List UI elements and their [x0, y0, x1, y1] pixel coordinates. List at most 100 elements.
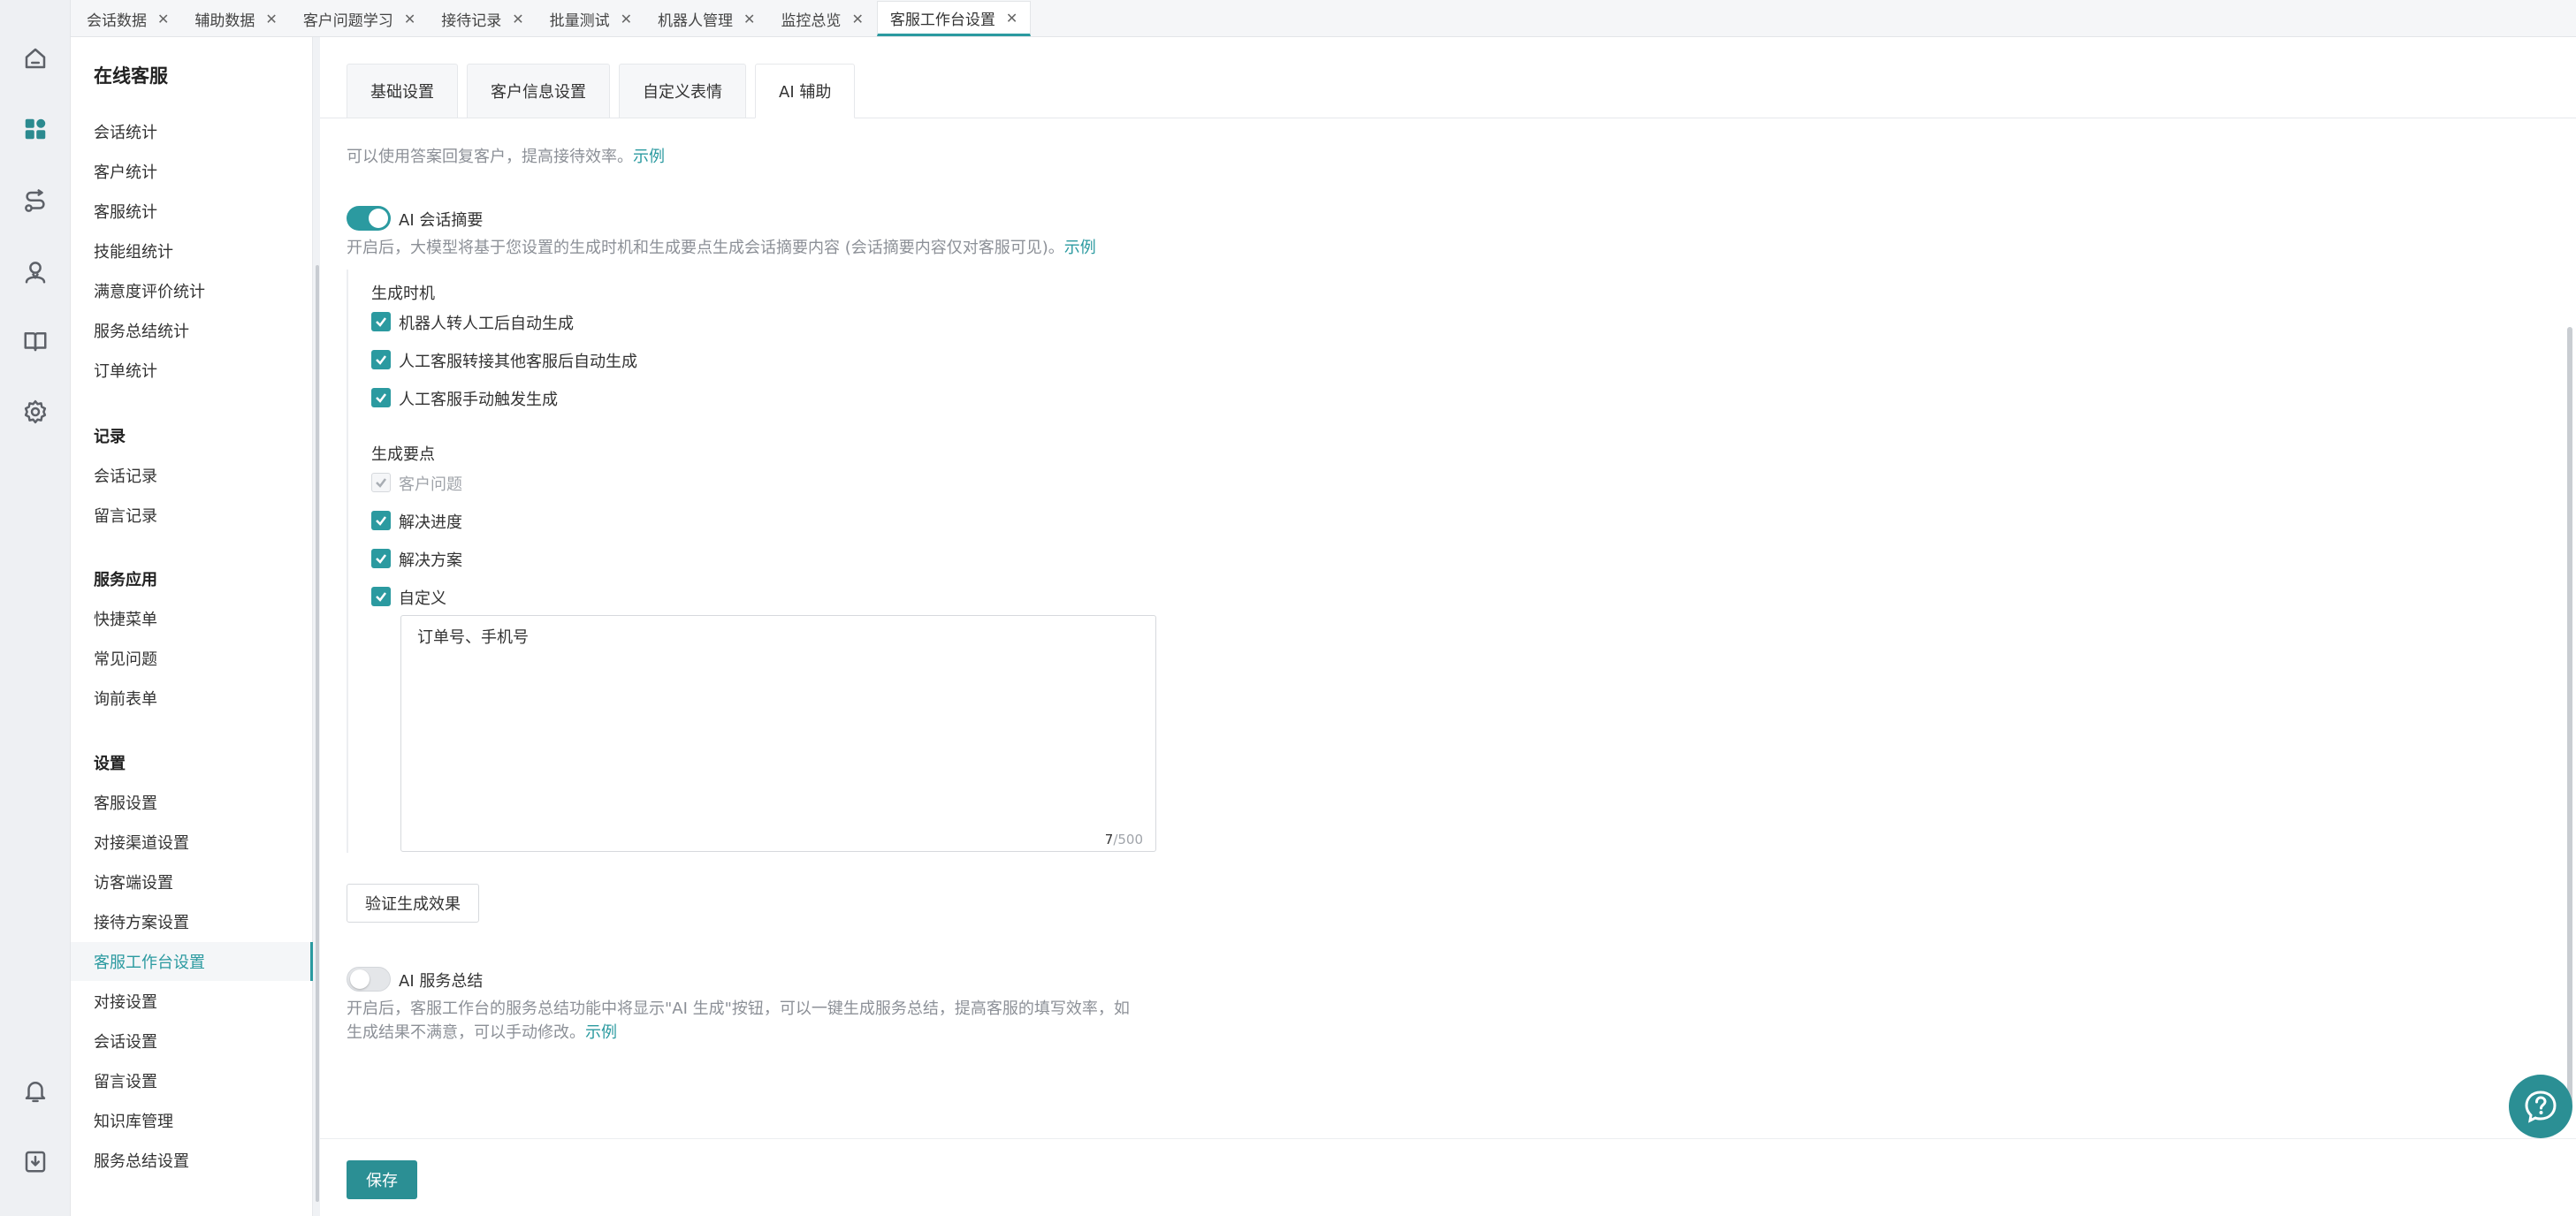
route-icon[interactable] [19, 186, 51, 217]
nav-scrollbar[interactable] [316, 265, 319, 1202]
close-icon[interactable]: ✕ [851, 11, 863, 27]
gear-icon[interactable] [19, 396, 51, 428]
close-icon[interactable]: ✕ [265, 11, 277, 27]
close-icon[interactable]: ✕ [1006, 10, 1017, 27]
nav-item-service-summary-settings[interactable]: 服务总结设置 [94, 1149, 189, 1172]
close-icon[interactable]: ✕ [621, 11, 632, 27]
tab-ai-assist[interactable]: AI 辅助 [755, 64, 856, 118]
download-icon[interactable] [19, 1145, 51, 1177]
checkbox-label: 解决进度 [399, 513, 462, 532]
checkbox-resolution-progress[interactable] [371, 511, 391, 530]
nav-item-reception-plan-settings[interactable]: 接待方案设置 [94, 910, 189, 933]
checkbox-label: 解决方案 [399, 551, 462, 570]
nav-item-integration-settings[interactable]: 对接设置 [94, 990, 157, 1013]
nav-item-message-records[interactable]: 留言记录 [94, 504, 157, 527]
checkbox-agent-transfer[interactable] [371, 350, 391, 369]
tab-label: 辅助数据 [194, 11, 255, 30]
tab-label: 监控总览 [781, 11, 842, 30]
close-icon[interactable]: ✕ [743, 11, 755, 27]
nav-item-satisfaction-stats[interactable]: 满意度评价统计 [94, 279, 205, 302]
tab-customer-question-learning[interactable]: 客户问题学习 ✕ [291, 1, 429, 36]
nav-item-skill-group-stats[interactable]: 技能组统计 [94, 239, 173, 262]
checkbox-manual-trigger[interactable] [371, 388, 391, 407]
bell-icon[interactable] [19, 1075, 51, 1106]
save-button[interactable]: 保存 [347, 1160, 417, 1199]
icon-rail [0, 0, 71, 1216]
nav-item-agent-stats[interactable]: 客服统计 [94, 200, 157, 223]
tab-robot-management[interactable]: 机器人管理 ✕ [645, 1, 768, 36]
tab-workbench-settings[interactable]: 客服工作台设置 ✕ [876, 1, 1032, 36]
close-icon[interactable]: ✕ [512, 11, 523, 27]
char-count-current: 7 [1104, 832, 1114, 847]
checkbox-custom[interactable] [371, 587, 391, 606]
nav-item-session-records[interactable]: 会话记录 [94, 464, 157, 487]
help-button[interactable] [2509, 1075, 2572, 1138]
ai-summary-toggle[interactable] [347, 206, 391, 231]
summary-options-bar [347, 270, 348, 853]
example-link[interactable]: 示例 [585, 1023, 617, 1042]
close-icon[interactable]: ✕ [404, 11, 415, 27]
nav-item-channel-settings[interactable]: 对接渠道设置 [94, 831, 189, 854]
tab-monitor-overview[interactable]: 监控总览 ✕ [768, 1, 876, 36]
tab-session-data[interactable]: 会话数据 ✕ [74, 1, 182, 36]
tab-label: 批量测试 [549, 11, 610, 30]
ai-service-summary-desc-line2: 生成结果不满意，可以手动修改。示例 [347, 1021, 617, 1045]
checkbox-solution[interactable] [371, 549, 391, 568]
answer-recommend-desc: 可以使用答案回复客户，提高接待效率。示例 [347, 145, 665, 170]
tab-reception-records[interactable]: 接待记录 ✕ [429, 1, 537, 36]
checkbox-label: 人工客服转接其他客服后自动生成 [399, 353, 637, 371]
textarea-value: 订单号、手机号 [417, 628, 529, 647]
checkbox-customer-question [371, 473, 391, 492]
close-icon[interactable]: ✕ [157, 11, 169, 27]
tab-customer-info-settings[interactable]: 客户信息设置 [467, 64, 610, 118]
checkbox-robot-transfer[interactable] [371, 312, 391, 331]
agent-icon[interactable] [19, 256, 51, 288]
footer-bar [320, 1138, 2576, 1216]
help-icon [2525, 1091, 2557, 1123]
verify-effect-button[interactable]: 验证生成效果 [347, 884, 479, 923]
checkbox-label: 客户问题 [399, 475, 462, 494]
tab-label: 会话数据 [87, 11, 147, 30]
nav-item-faq[interactable]: 常见问题 [94, 647, 157, 670]
desc-text: 开启后，大模型将基于您设置的生成时机和生成要点生成会话摘要内容 (会话摘要内容仅… [347, 239, 1064, 257]
nav-section-settings: 设置 [94, 755, 126, 773]
tab-label: 机器人管理 [658, 11, 734, 30]
home-icon[interactable] [19, 42, 51, 74]
timing-title: 生成时机 [371, 285, 435, 303]
nav-item-customer-stats[interactable]: 客户统计 [94, 160, 157, 183]
tab-basic-settings[interactable]: 基础设置 [347, 64, 458, 118]
example-link[interactable]: 示例 [633, 148, 665, 166]
tab-batch-test[interactable]: 批量测试 ✕ [537, 1, 645, 36]
tab-label: 客户问题学习 [302, 11, 393, 30]
nav-section-records: 记录 [94, 428, 126, 446]
example-link[interactable]: 示例 [1064, 239, 1096, 257]
nav-item-service-summary-stats[interactable]: 服务总结统计 [94, 319, 189, 342]
nav-item-quick-menu[interactable]: 快捷菜单 [94, 607, 157, 630]
book-icon[interactable] [19, 325, 51, 357]
main-scrollbar[interactable] [2567, 327, 2572, 1105]
ai-service-summary-toggle[interactable] [347, 967, 391, 992]
tab-assist-data[interactable]: 辅助数据 ✕ [182, 1, 290, 36]
nav-item-session-stats[interactable]: 会话统计 [94, 120, 157, 143]
nav-item-workbench-settings[interactable]: 客服工作台设置 [94, 950, 205, 973]
nav-item-order-stats[interactable]: 订单统计 [94, 359, 157, 382]
nav-item-session-settings[interactable]: 会话设置 [94, 1030, 157, 1053]
tab-custom-emoji[interactable]: 自定义表情 [619, 64, 746, 118]
nav-section-service-apps: 服务应用 [94, 571, 157, 589]
ai-service-summary-label: AI 服务总结 [399, 972, 484, 991]
desc-text: 可以使用答案回复客户，提高接待效率。 [347, 148, 633, 166]
char-counter: 7/500 [1105, 832, 1143, 847]
char-count-max: /500 [1113, 832, 1143, 847]
nav-title: 在线客服 [94, 65, 168, 87]
dashboard-icon[interactable] [19, 113, 51, 145]
custom-points-textarea[interactable]: 订单号、手机号 7/500 [400, 615, 1156, 852]
nav-item-pre-chat-form[interactable]: 询前表单 [94, 687, 157, 710]
points-title: 生成要点 [371, 445, 435, 464]
toggle-knob [369, 209, 388, 228]
tab-label: 客服工作台设置 [889, 11, 995, 29]
nav-item-knowledge-base[interactable]: 知识库管理 [94, 1109, 173, 1132]
ai-summary-desc: 开启后，大模型将基于您设置的生成时机和生成要点生成会话摘要内容 (会话摘要内容仅… [347, 236, 1096, 261]
nav-item-agent-settings[interactable]: 客服设置 [94, 791, 157, 814]
nav-item-message-settings[interactable]: 留言设置 [94, 1069, 157, 1092]
nav-item-visitor-settings[interactable]: 访客端设置 [94, 870, 173, 893]
